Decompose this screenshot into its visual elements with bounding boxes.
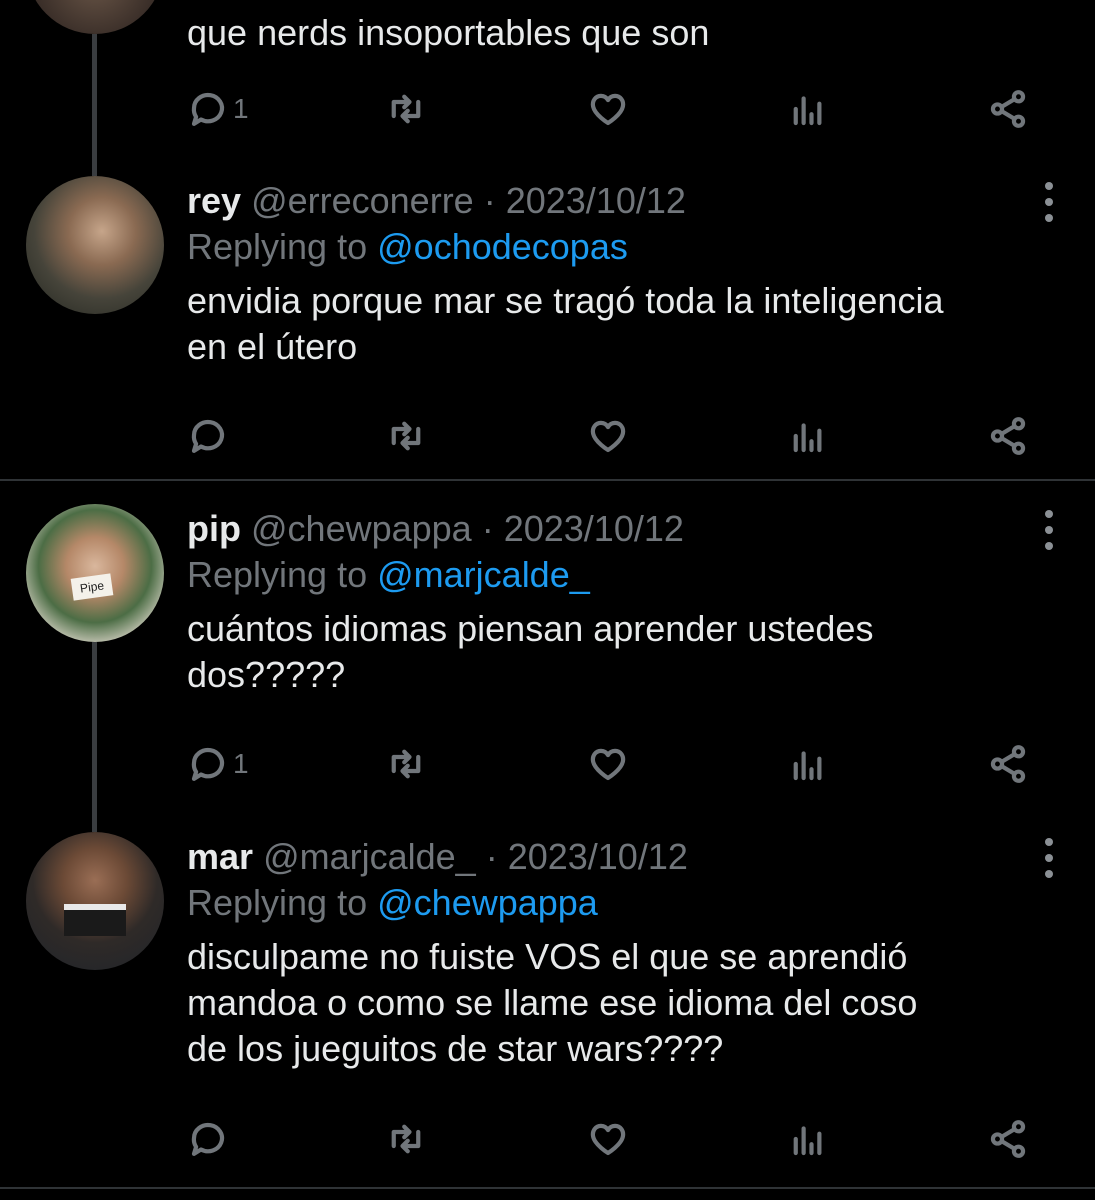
display-name[interactable]: pip (187, 508, 241, 549)
replying-to-label: Replying to (187, 882, 368, 923)
replying-to-mention[interactable]: @ochodecopas (377, 226, 628, 267)
tweet-text-line: en el útero (187, 326, 358, 367)
views-button[interactable] (787, 415, 829, 457)
retweet-button[interactable] (385, 743, 427, 785)
retweet-button[interactable] (385, 88, 427, 130)
timestamp[interactable]: · 2023/10/12 (482, 508, 684, 549)
like-button[interactable] (587, 743, 629, 785)
views-button[interactable] (787, 1118, 829, 1160)
like-button[interactable] (587, 88, 629, 130)
tweet-text-line: cuántos idiomas piensan aprender ustedes (187, 608, 874, 649)
retweet-icon (391, 749, 421, 779)
tweet-text-line: dos????? (187, 654, 346, 695)
replying-to: Replying to @marjcalde_ (187, 552, 1067, 598)
handle[interactable]: @chewpappa (251, 508, 472, 549)
reply-icon (191, 747, 225, 781)
divider (0, 1187, 1095, 1189)
tweet-actions (187, 415, 1037, 459)
display-name[interactable]: rey (187, 180, 241, 221)
replying-to: Replying to @ochodecopas (187, 224, 1067, 270)
like-button[interactable] (587, 1118, 629, 1160)
tweet: pip @chewpappa · 2023/10/12 Replying to … (187, 506, 1067, 698)
tweet-header: mar @marjcalde_ · 2023/10/12 (187, 834, 1067, 880)
thread-line (92, 34, 97, 176)
heart-icon (590, 1123, 626, 1156)
analytics-icon (793, 1126, 822, 1156)
tweet: rey @erreconerre · 2023/10/12 Replying t… (187, 178, 1067, 370)
more-icon[interactable] (1043, 182, 1055, 222)
timestamp[interactable]: · 2023/10/12 (484, 180, 686, 221)
share-button[interactable] (987, 743, 1029, 785)
more-icon[interactable] (1043, 510, 1055, 550)
tweet: mar @marjcalde_ · 2023/10/12 Replying to… (187, 834, 1067, 1072)
share-button[interactable] (987, 1118, 1029, 1160)
avatar-clapperboard (64, 904, 126, 936)
tweet-text: que nerds insoportables que son (187, 12, 710, 53)
heart-icon (590, 748, 626, 781)
tweet-actions: 1 (187, 88, 1037, 132)
tweet-text-line: mandoa o como se llame ese idioma del co… (187, 982, 918, 1023)
display-name[interactable]: mar (187, 836, 253, 877)
share-icon (990, 745, 1026, 783)
avatar[interactable] (26, 0, 164, 34)
replying-to-mention[interactable]: @marjcalde_ (377, 554, 590, 595)
tweet-text: envidia porque mar se tragó toda la inte… (187, 278, 1067, 370)
more-icon[interactable] (1043, 838, 1055, 878)
replying-to-label: Replying to (187, 554, 368, 595)
heart-icon (590, 93, 626, 126)
reply-button[interactable] (187, 1118, 233, 1160)
tweet-header: rey @erreconerre · 2023/10/12 (187, 178, 1067, 224)
share-icon (990, 417, 1026, 455)
tweet-text-line: de los jueguitos de star wars???? (187, 1028, 724, 1069)
replying-to-mention[interactable]: @chewpappa (377, 882, 598, 923)
avatar[interactable] (26, 176, 164, 314)
reply-count: 1 (233, 93, 249, 124)
reply-button[interactable] (187, 415, 233, 457)
views-button[interactable] (787, 743, 829, 785)
retweet-icon (391, 94, 421, 124)
tweet-text: disculpame no fuiste VOS el que se apren… (187, 934, 1067, 1072)
handle[interactable]: @erreconerre (251, 180, 474, 221)
tweet-header: pip @chewpappa · 2023/10/12 (187, 506, 1067, 552)
share-icon (990, 90, 1026, 128)
timestamp[interactable]: · 2023/10/12 (486, 836, 688, 877)
analytics-icon (793, 751, 822, 781)
replying-to: Replying to @chewpappa (187, 880, 1067, 926)
reply-button[interactable]: 1 (187, 88, 249, 130)
tweet-text-line: disculpame no fuiste VOS el que se apren… (187, 936, 908, 977)
retweet-icon (391, 1124, 421, 1154)
tweet-actions (187, 1118, 1037, 1162)
reply-icon (191, 92, 225, 126)
retweet-button[interactable] (385, 415, 427, 457)
tweet-actions: 1 (187, 743, 1037, 787)
retweet-button[interactable] (385, 1118, 427, 1160)
share-button[interactable] (987, 415, 1029, 457)
handle[interactable]: @marjcalde_ (263, 836, 476, 877)
views-button[interactable] (787, 88, 829, 130)
tweet-text-line: envidia porque mar se tragó toda la inte… (187, 280, 944, 321)
avatar[interactable]: Pipe (26, 504, 164, 642)
thread-line (92, 642, 97, 832)
reply-icon (191, 419, 225, 453)
retweet-icon (391, 421, 421, 451)
reply-count: 1 (233, 748, 249, 779)
tweet-text: cuántos idiomas piensan aprender ustedes… (187, 606, 1067, 698)
share-icon (990, 1120, 1026, 1158)
analytics-icon (793, 96, 822, 126)
reply-button[interactable]: 1 (187, 743, 249, 785)
avatar-note: Pipe (70, 573, 114, 601)
like-button[interactable] (587, 415, 629, 457)
analytics-icon (793, 423, 822, 453)
reply-icon (191, 1122, 225, 1156)
divider (0, 479, 1095, 481)
heart-icon (590, 420, 626, 453)
share-button[interactable] (987, 88, 1029, 130)
replying-to-label: Replying to (187, 226, 368, 267)
avatar[interactable] (26, 832, 164, 970)
